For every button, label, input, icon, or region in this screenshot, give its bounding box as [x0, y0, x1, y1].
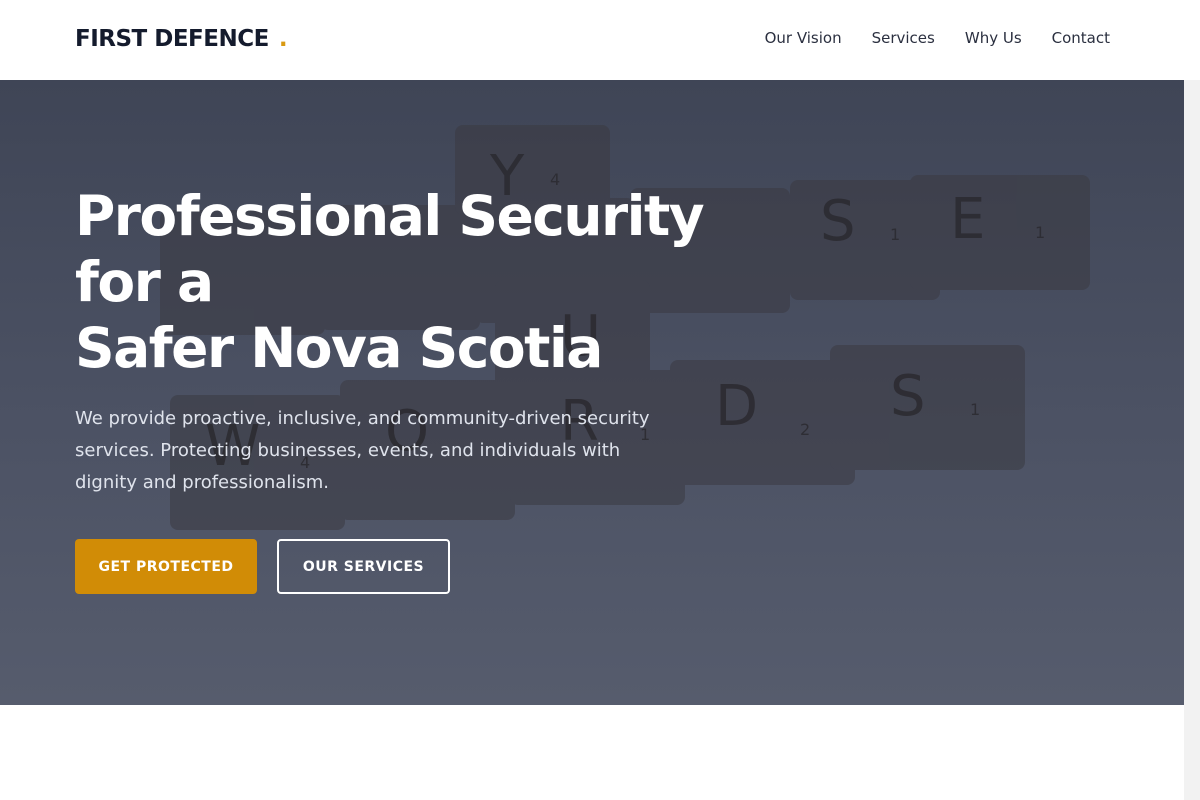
hero-content: Professional Security for a Safer Nova S…: [75, 183, 795, 594]
hero-section: Y S E U R D S O W 4 1 1 2 1 1 4 Professi…: [0, 80, 1184, 705]
nav-item-contact[interactable]: Contact: [1052, 29, 1110, 47]
brand-logo[interactable]: FIRST DEFENCE .: [75, 26, 288, 52]
hero-subtitle: We provide proactive, inclusive, and com…: [75, 408, 650, 493]
nav-item-our-vision[interactable]: Our Vision: [765, 29, 842, 47]
svg-text:1: 1: [1035, 223, 1045, 242]
svg-text:S: S: [890, 364, 926, 429]
svg-text:2: 2: [800, 420, 810, 439]
page-scrollbar[interactable]: [1184, 0, 1200, 800]
svg-text:1: 1: [970, 400, 980, 419]
our-services-button[interactable]: OUR SERVICES: [277, 539, 450, 594]
brand-name: FIRST DEFENCE: [75, 26, 269, 52]
hero-title-line-2: Safer Nova Scotia: [75, 316, 603, 380]
hero-title-line-1: Professional Security for a: [75, 184, 705, 314]
svg-text:1: 1: [890, 225, 900, 244]
svg-text:S: S: [820, 189, 856, 254]
get-protected-button[interactable]: GET PROTECTED: [75, 539, 257, 594]
nav-item-services[interactable]: Services: [872, 29, 935, 47]
nav-item-why-us[interactable]: Why Us: [965, 29, 1022, 47]
site-header: FIRST DEFENCE . Our Vision Services Why …: [0, 0, 1200, 80]
hero-actions: GET PROTECTED OUR SERVICES: [75, 539, 795, 594]
brand-dot: .: [278, 26, 288, 52]
main-nav: Our Vision Services Why Us Contact: [765, 29, 1110, 47]
hero-title: Professional Security for a Safer Nova S…: [75, 183, 795, 381]
svg-text:E: E: [950, 187, 985, 252]
